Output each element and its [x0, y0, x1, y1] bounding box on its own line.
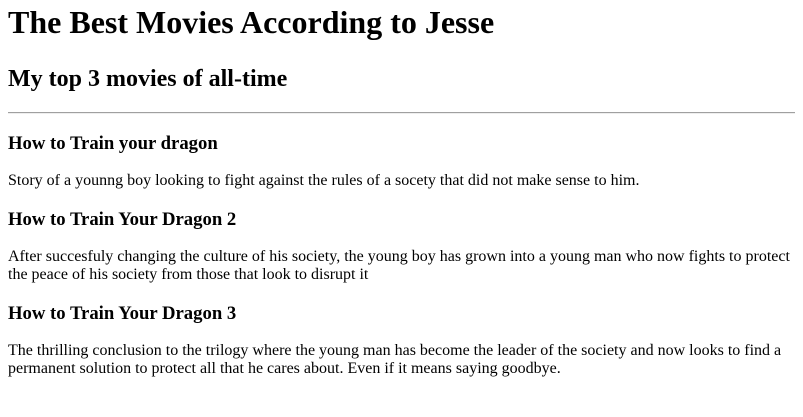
movie-title: How to Train Your Dragon 3 — [8, 303, 237, 324]
movie-title: How to Train your dragon — [8, 133, 218, 154]
divider — [8, 112, 795, 114]
movie-item: How to Train Your Dragon 2 After succesf… — [8, 209, 795, 284]
movie-title: How to Train Your Dragon 2 — [8, 209, 237, 230]
movie-description: After succesfuly changing the culture of… — [8, 248, 790, 283]
movie-list: How to Train your dragon Story of a youn… — [8, 133, 795, 378]
movie-item: How to Train Your Dragon 3 The thrilling… — [8, 303, 795, 378]
movie-description: The thrilling conclusion to the trilogy … — [8, 342, 782, 377]
movie-item: How to Train your dragon Story of a youn… — [8, 133, 795, 190]
movie-description: Story of a younng boy looking to fight a… — [8, 172, 640, 189]
page-subtitle: My top 3 movies of all-time — [8, 66, 288, 92]
page-title: The Best Movies According to Jesse — [8, 4, 495, 40]
